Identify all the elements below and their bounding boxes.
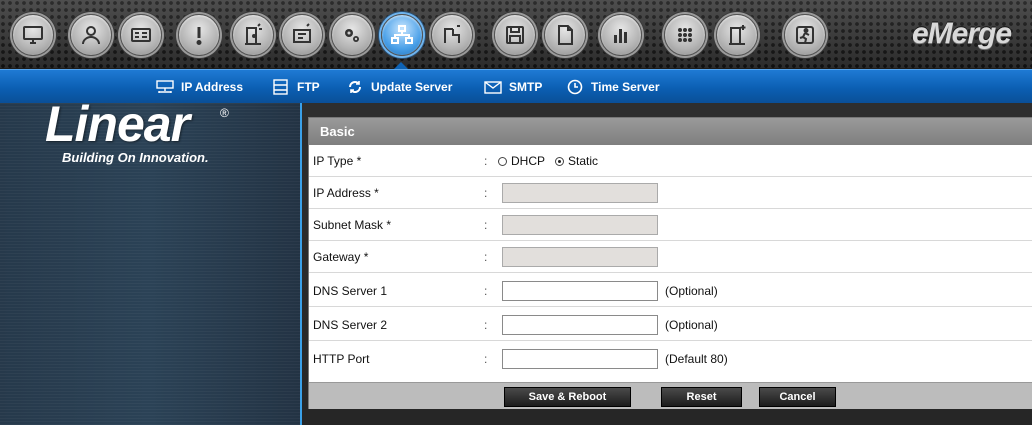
form-row-subnet-mask: Subnet Mask * : — [309, 209, 1032, 241]
dns-server-1-hint: (Optional) — [665, 284, 718, 298]
gateway-field[interactable] — [502, 247, 658, 267]
section-header: Basic — [309, 118, 1032, 145]
keypad-icon[interactable] — [664, 14, 706, 56]
subnav-label: Update Server — [371, 79, 453, 94]
form-row-http-port: HTTP Port : (Default 80) — [309, 343, 1032, 375]
network-card-icon — [156, 79, 174, 93]
alert-icon[interactable] — [178, 14, 220, 56]
form-row-ip-address: IP Address * : — [309, 177, 1032, 209]
dns-server-2-hint: (Optional) — [665, 318, 718, 332]
envelope-icon — [484, 80, 502, 94]
monitor-icon[interactable] — [12, 14, 54, 56]
network-icon[interactable] — [381, 14, 423, 56]
save-reboot-button[interactable]: Save & Reboot — [504, 387, 631, 407]
ip-address-field[interactable] — [502, 183, 658, 203]
subnav-label: Time Server — [591, 79, 660, 94]
door-network-icon[interactable] — [431, 14, 473, 56]
door-config-icon[interactable] — [232, 14, 274, 56]
network-settings-form: Basic IP Type * : DHCP Static IP Address… — [308, 117, 1032, 409]
user-icon[interactable] — [70, 14, 112, 56]
dns-server-2-label: DNS Server 2 — [313, 318, 388, 332]
subnav-update-server[interactable]: Update Server — [346, 70, 452, 103]
refresh-icon — [349, 80, 361, 93]
dhcp-label[interactable]: DHCP — [511, 154, 545, 168]
form-row-dns-2: DNS Server 2 : (Optional) — [309, 309, 1032, 341]
form-row-dns-1: DNS Server 1 : (Optional) — [309, 275, 1032, 307]
form-row-ip-type: IP Type * : DHCP Static — [309, 145, 1032, 177]
dns-server-2-colon: : — [484, 318, 488, 332]
settings-gears-icon[interactable] — [331, 14, 373, 56]
sub-navigation: IP Address FTP Update Server SMTP Time S… — [0, 69, 1032, 104]
bar-chart-icon[interactable] — [600, 14, 642, 56]
save-icon[interactable] — [494, 14, 536, 56]
ip-address-colon: : — [484, 186, 488, 200]
subnet-mask-label: Subnet Mask * — [313, 218, 392, 232]
http-port-field[interactable] — [502, 349, 658, 369]
reset-button[interactable]: Reset — [661, 387, 742, 407]
http-port-label: HTTP Port — [313, 352, 370, 366]
static-label[interactable]: Static — [568, 154, 598, 168]
dns-server-2-field[interactable] — [502, 315, 658, 335]
ip-type-radio-group: DHCP Static — [494, 145, 604, 177]
document-icon[interactable] — [544, 14, 586, 56]
dns-server-1-field[interactable] — [502, 281, 658, 301]
registered-mark: ® — [220, 106, 229, 120]
clock-icon — [567, 79, 583, 94]
main-toolbar: eMerge — [0, 0, 1032, 69]
gateway-colon: : — [484, 250, 488, 264]
brand-logo: eMerge — [912, 17, 1012, 50]
ip-type-colon: : — [484, 154, 488, 168]
door-add-icon[interactable] — [716, 14, 758, 56]
active-pointer — [394, 62, 408, 69]
dns-server-1-label: DNS Server 1 — [313, 284, 388, 298]
form-row-gateway: Gateway * : — [309, 241, 1032, 273]
ip-address-label: IP Address * — [313, 186, 379, 200]
id-card-icon[interactable] — [120, 14, 162, 56]
exit-icon[interactable] — [784, 14, 826, 56]
dns-server-1-colon: : — [484, 284, 488, 298]
http-port-colon: : — [484, 352, 488, 366]
portal-icon[interactable] — [281, 14, 323, 56]
subnav-ftp[interactable]: FTP — [272, 70, 320, 103]
subnav-label: IP Address — [181, 79, 244, 94]
static-radio[interactable] — [555, 156, 565, 166]
dhcp-radio[interactable] — [498, 156, 507, 166]
subnet-mask-colon: : — [484, 218, 488, 232]
form-button-bar: Save & Reboot Reset Cancel — [309, 382, 1032, 409]
subnav-smtp[interactable]: SMTP — [484, 70, 542, 103]
subnet-mask-field[interactable] — [502, 215, 658, 235]
company-tagline: Building On Innovation. — [62, 150, 209, 165]
subnav-time-server[interactable]: Time Server — [566, 70, 660, 103]
subnav-ip-address[interactable]: IP Address — [156, 70, 243, 103]
cancel-button[interactable]: Cancel — [759, 387, 836, 407]
ip-type-label: IP Type * — [313, 154, 362, 168]
gateway-label: Gateway * — [313, 250, 369, 264]
subnav-label: FTP — [297, 79, 320, 94]
subnav-label: SMTP — [509, 79, 543, 94]
http-port-hint: (Default 80) — [665, 352, 728, 366]
ftp-icon — [273, 78, 288, 95]
